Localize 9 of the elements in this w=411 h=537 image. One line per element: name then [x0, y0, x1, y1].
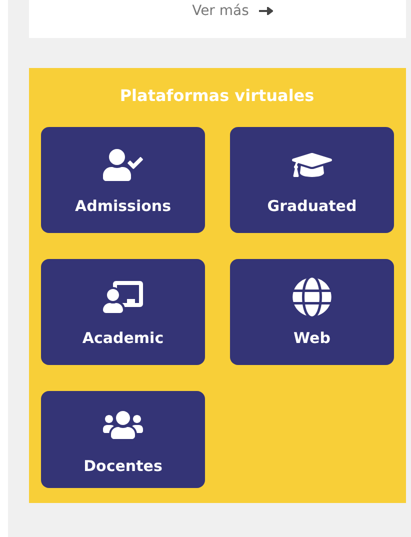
see-more-link[interactable]: Ver más [192, 3, 273, 19]
platform-tile[interactable]: Academic [41, 259, 205, 365]
platform-tile[interactable]: Docentes [41, 391, 205, 488]
globe-icon [292, 277, 332, 317]
arrow-right-icon [258, 7, 273, 15]
platform-tile[interactable]: Admissions [41, 127, 205, 233]
platform-tile[interactable]: Graduated [230, 127, 394, 233]
platform-tile[interactable]: Web [230, 259, 394, 365]
section-title: Plataformas virtuales [120, 86, 314, 106]
